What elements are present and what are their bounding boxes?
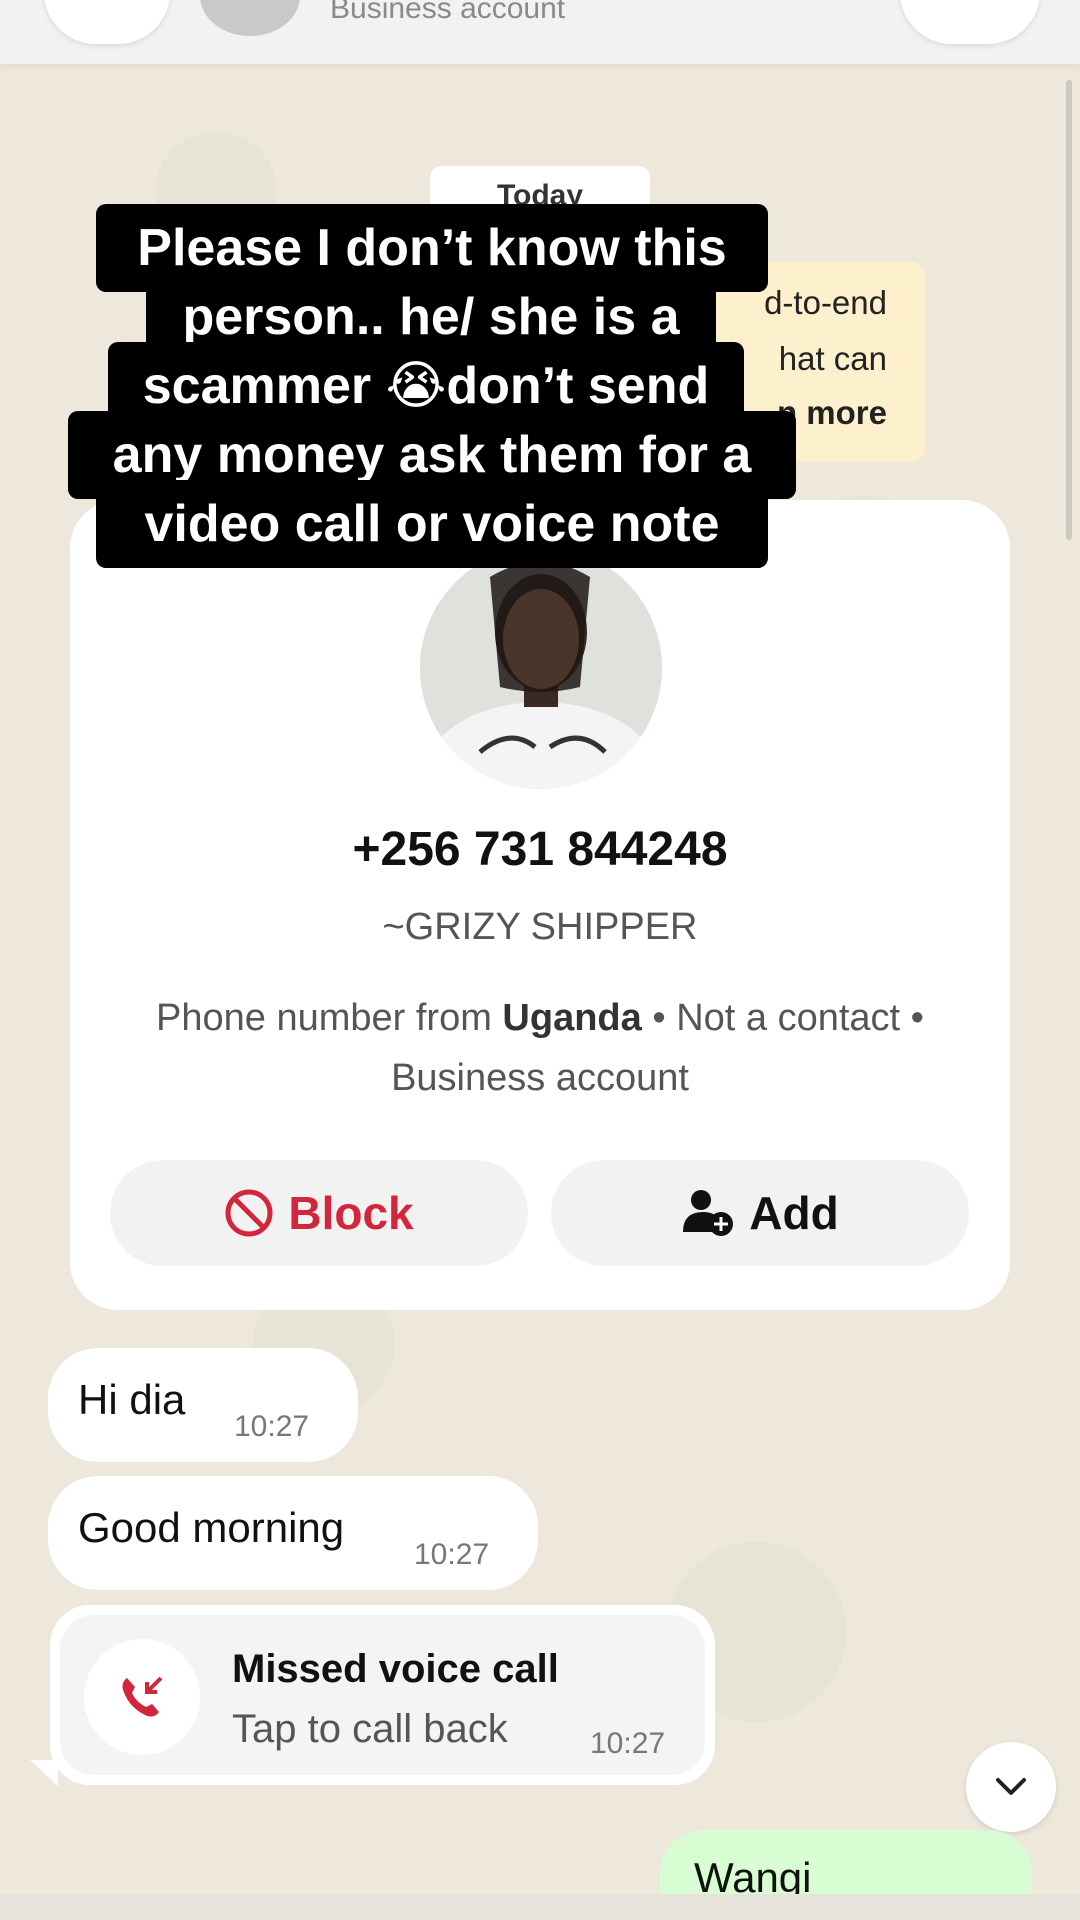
bubble-tail xyxy=(30,1760,58,1786)
contact-avatar[interactable] xyxy=(420,547,662,789)
missed-call-subtitle: Tap to call back xyxy=(232,1707,508,1751)
meta-prefix: Phone number from xyxy=(156,997,503,1039)
call-button[interactable] xyxy=(900,0,1040,44)
chevron-down-icon xyxy=(996,1778,1026,1795)
scrollbar[interactable] xyxy=(1066,80,1072,540)
missed-call-bubble[interactable]: Missed voice call Tap to call back 10:27 xyxy=(50,1605,715,1785)
message-text: Good morning xyxy=(78,1504,345,1551)
block-button[interactable]: Block xyxy=(110,1160,528,1266)
message-text: Hi dia xyxy=(78,1376,186,1423)
add-contact-button[interactable]: Add xyxy=(551,1160,969,1266)
profile-photo-icon xyxy=(420,547,662,789)
bottom-strip xyxy=(0,1894,1080,1920)
contact-meta: Phone number from Uganda • Not a contact… xyxy=(70,988,1010,1108)
block-label: Block xyxy=(288,1187,414,1239)
notice-line-2: hat can xyxy=(778,340,887,377)
missed-call-time: 10:27 xyxy=(590,1727,666,1760)
header-avatar[interactable] xyxy=(200,0,300,36)
header-subtitle: Business account xyxy=(330,0,566,25)
scroll-to-bottom-button[interactable] xyxy=(966,1742,1056,1832)
missed-call-icon xyxy=(122,1676,163,1717)
contact-phone-number: +256 731 844248 xyxy=(352,823,728,876)
add-person-icon xyxy=(683,1190,734,1236)
add-label: Add xyxy=(749,1187,839,1239)
message-bubble[interactable]: Hi dia 10:27 xyxy=(48,1348,358,1462)
chat-header: Business account xyxy=(0,0,1080,64)
meta-country: Uganda xyxy=(502,997,642,1039)
contact-push-name: ~GRIZY SHIPPER xyxy=(382,906,698,948)
message-time: 10:27 xyxy=(234,1410,310,1443)
message-time: 10:27 xyxy=(414,1538,490,1571)
message-bubble[interactable]: Good morning 10:27 xyxy=(48,1476,538,1590)
block-icon xyxy=(225,1189,273,1237)
missed-call-title: Missed voice call xyxy=(232,1647,559,1691)
back-button[interactable] xyxy=(44,0,170,44)
caption-line-5: video call or voice note xyxy=(96,480,768,568)
notice-line-1: d-to-end xyxy=(764,284,887,321)
missed-call-icon-circle xyxy=(84,1639,200,1755)
missed-call-card[interactable]: Missed voice call Tap to call back 10:27 xyxy=(60,1615,705,1775)
meta-line-2: Business account xyxy=(391,1057,689,1099)
meta-suffix: • Not a contact • xyxy=(641,997,924,1039)
